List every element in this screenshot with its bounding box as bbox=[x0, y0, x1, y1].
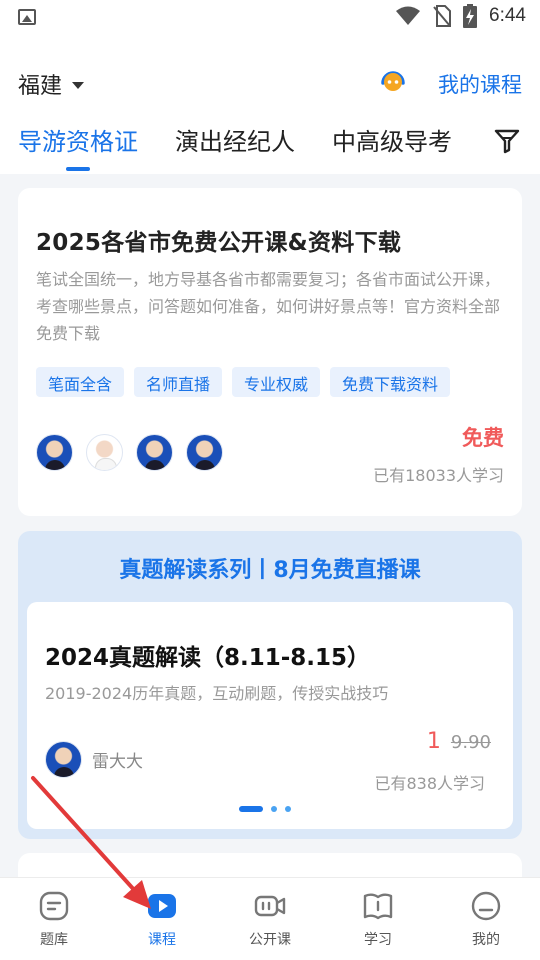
tab-tour-guide[interactable]: 导游资格证 bbox=[18, 122, 138, 171]
my-courses-link[interactable]: 我的课程 bbox=[438, 69, 522, 99]
live-series-section: 真题解读系列丨8月免费直播课 2024真题解读（8.11-8.15） 2019-… bbox=[18, 531, 522, 839]
course-title: 2024真题解读（8.11-8.15） bbox=[45, 645, 371, 671]
filter-icon[interactable] bbox=[494, 128, 520, 154]
caret-down-icon bbox=[72, 81, 85, 89]
teacher-avatars bbox=[36, 434, 223, 471]
category-tabs: 导游资格证 演出经纪人 中高级导考 bbox=[18, 122, 452, 171]
clock: 6:44 bbox=[489, 5, 526, 26]
teacher-name: 雷大大 bbox=[92, 752, 143, 772]
live-course-card[interactable]: 2024真题解读（8.11-8.15） 2019-2024历年真题，互动刷题，传… bbox=[27, 602, 513, 829]
region-selector[interactable]: 福建 bbox=[18, 68, 85, 100]
courses-play-icon bbox=[148, 894, 176, 918]
tag: 笔面全含 bbox=[36, 367, 125, 397]
carousel-dot[interactable] bbox=[271, 806, 277, 812]
status-bar: 6:44 bbox=[0, 0, 540, 36]
battery-charging-icon bbox=[463, 4, 478, 28]
profile-face-icon bbox=[471, 891, 501, 921]
no-sim-icon bbox=[433, 5, 452, 27]
tag: 免费下载资料 bbox=[330, 367, 451, 397]
book-icon bbox=[363, 893, 393, 920]
avatar bbox=[36, 434, 73, 471]
featured-course-card[interactable]: 2025各省市免费公开课&资料下载 笔试全国统一，地方导基各省市都需要复习；各省… bbox=[18, 188, 522, 516]
course-price: 1 9.90 bbox=[427, 729, 491, 754]
avatar bbox=[86, 434, 123, 471]
learner-count: 已有18033人学习 bbox=[373, 466, 504, 485]
nav-question-bank[interactable]: 题库 bbox=[14, 890, 94, 949]
course-description: 2019-2024历年真题，互动刷题，传授实战技巧 bbox=[45, 684, 389, 703]
region-label: 福建 bbox=[18, 74, 63, 99]
avatar bbox=[186, 434, 223, 471]
nav-label: 课程 bbox=[148, 932, 176, 948]
header: 福建 我的课程 导游资格证 演出经纪人 中高级导考 bbox=[0, 36, 540, 174]
price-free: 免费 bbox=[462, 426, 504, 450]
tab-advanced-guide-exam[interactable]: 中高级导考 bbox=[332, 122, 452, 157]
question-bank-icon bbox=[39, 891, 69, 921]
wifi-icon bbox=[396, 6, 421, 25]
price-original: 9.90 bbox=[450, 732, 491, 753]
teacher-info: 雷大大 bbox=[45, 741, 143, 778]
nav-label: 题库 bbox=[40, 932, 68, 948]
nav-label: 我的 bbox=[472, 932, 500, 948]
image-notification-icon bbox=[18, 9, 36, 25]
tag: 专业权威 bbox=[232, 367, 321, 397]
avatar bbox=[45, 741, 82, 778]
carousel-dot[interactable] bbox=[285, 806, 291, 812]
carousel-dot-active[interactable] bbox=[239, 806, 263, 812]
nav-open-class[interactable]: 公开课 bbox=[230, 890, 310, 949]
avatar bbox=[136, 434, 173, 471]
nav-courses[interactable]: 课程 bbox=[122, 890, 202, 949]
video-camera-icon bbox=[254, 895, 286, 917]
nav-label: 公开课 bbox=[249, 932, 291, 948]
nav-label: 学习 bbox=[364, 932, 392, 948]
featured-description: 笔试全国统一，地方导基各省市都需要复习；各省市面试公开课，考查哪些景点，问答题如… bbox=[36, 270, 501, 343]
live-series-title: 真题解读系列丨8月免费直播课 bbox=[119, 558, 421, 583]
customer-service-icon[interactable] bbox=[377, 66, 409, 96]
tab-performance-agent[interactable]: 演出经纪人 bbox=[175, 122, 295, 157]
status-indicators: 6:44 bbox=[395, 4, 526, 28]
carousel-indicator bbox=[239, 806, 291, 812]
learner-count: 已有838人学习 bbox=[374, 774, 485, 793]
price-current: 1 bbox=[426, 729, 441, 754]
bottom-navigation: 题库 课程 公开课 学习 我的 bbox=[0, 877, 540, 960]
nav-profile[interactable]: 我的 bbox=[446, 890, 526, 949]
featured-title: 2025各省市免费公开课&资料下载 bbox=[36, 230, 402, 256]
featured-tags: 笔面全含 名师直播 专业权威 免费下载资料 bbox=[36, 367, 451, 397]
tag: 名师直播 bbox=[134, 367, 223, 397]
nav-study[interactable]: 学习 bbox=[338, 890, 418, 949]
